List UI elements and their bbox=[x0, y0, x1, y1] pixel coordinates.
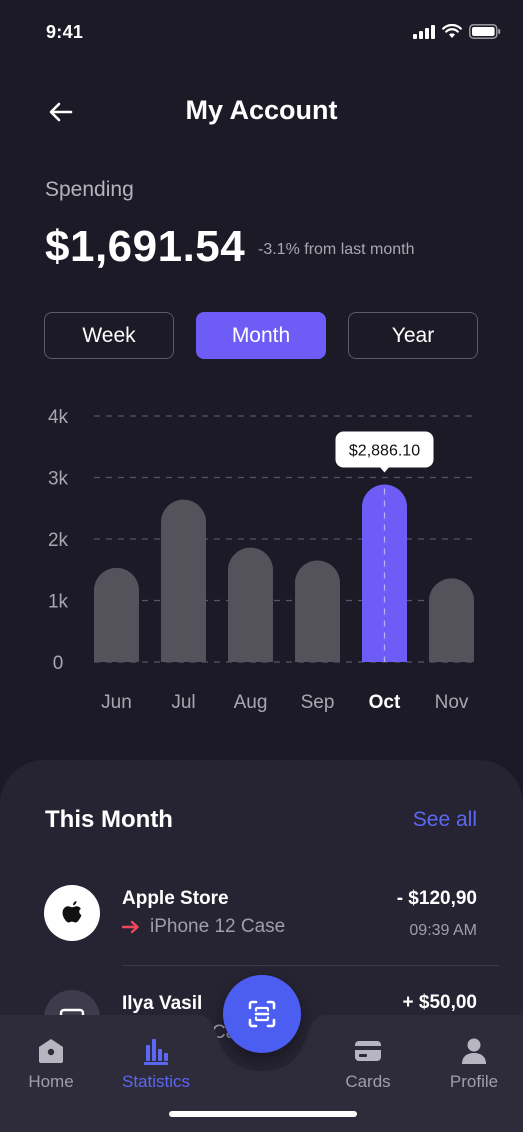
status-icons bbox=[413, 24, 501, 39]
x-tick-label: Aug bbox=[234, 692, 268, 713]
divider bbox=[122, 965, 499, 966]
scan-icon bbox=[248, 1000, 276, 1028]
transaction-amount: + $50,00 bbox=[402, 992, 478, 1013]
see-all-link[interactable]: See all bbox=[413, 808, 477, 832]
y-tick-label: 1k bbox=[48, 592, 69, 613]
tooltip-value: $2,886.10 bbox=[349, 443, 420, 460]
x-tick-label: Jul bbox=[171, 692, 195, 713]
wifi-icon bbox=[442, 24, 462, 38]
x-tick-label: Jun bbox=[101, 692, 132, 713]
tab-week[interactable]: Week bbox=[44, 312, 174, 359]
spending-amount: $1,691.54 bbox=[45, 222, 246, 271]
home-icon bbox=[39, 1039, 63, 1063]
spending-label: Spending bbox=[45, 178, 134, 201]
nav-home[interactable]: Home bbox=[0, 1035, 106, 1092]
scan-button[interactable] bbox=[223, 975, 301, 1053]
x-tick-label: Oct bbox=[369, 692, 401, 713]
chart-bar bbox=[94, 567, 139, 662]
tab-month[interactable]: Month bbox=[196, 312, 326, 359]
period-tabs: Week Month Year bbox=[44, 312, 478, 359]
cards-icon bbox=[355, 1041, 381, 1061]
nav-profile[interactable]: Profile bbox=[419, 1035, 523, 1092]
x-tick-label: Sep bbox=[301, 692, 335, 713]
transaction-subtitle: iPhone 12 Case bbox=[122, 916, 285, 938]
transaction-amount: - $120,90 bbox=[396, 888, 477, 909]
y-tick-label: 0 bbox=[53, 653, 64, 674]
spending-change: -3.1% from last month bbox=[258, 241, 415, 258]
nav-label: Cards bbox=[345, 1072, 391, 1091]
profile-icon bbox=[462, 1038, 486, 1064]
chart-bar bbox=[228, 547, 273, 662]
transaction-avatar bbox=[44, 885, 100, 941]
section-title: This Month bbox=[45, 806, 173, 833]
battery-icon bbox=[469, 24, 501, 39]
chart-bar bbox=[295, 560, 340, 662]
transaction-time: 09:39 AM bbox=[409, 922, 477, 939]
y-tick-label: 4k bbox=[48, 407, 69, 428]
tab-year[interactable]: Year bbox=[348, 312, 478, 359]
apple-icon bbox=[62, 901, 82, 923]
y-tick-label: 3k bbox=[48, 469, 69, 490]
transaction-name: Apple Store bbox=[122, 888, 229, 909]
transaction-name: Ilya Vasil bbox=[122, 993, 203, 1014]
signal-icon bbox=[413, 24, 435, 39]
nav-label: Profile bbox=[449, 1072, 499, 1091]
spending-chart: 0 1k 2k 3k 4k Jun Jul Aug Sep $2,886.10 Oct Nov bbox=[48, 407, 478, 713]
chart-bar bbox=[161, 499, 206, 662]
nav-cards[interactable]: Cards bbox=[313, 1035, 423, 1092]
status-time: 9:41 bbox=[46, 22, 84, 42]
transaction-note: iPhone 12 Case bbox=[150, 916, 286, 937]
page-title: My Account bbox=[185, 95, 338, 125]
arrow-right-icon bbox=[122, 920, 139, 934]
home-indicator bbox=[169, 1111, 357, 1117]
statistics-icon bbox=[144, 1039, 168, 1065]
screen: 9:41 My Account Spending $1,691.54 -3.1%… bbox=[0, 0, 523, 1132]
x-tick-label: Nov bbox=[435, 692, 469, 713]
nav-statistics[interactable]: Statistics bbox=[101, 1035, 211, 1092]
nav-label: Statistics bbox=[121, 1072, 191, 1091]
y-tick-label: 2k bbox=[48, 530, 69, 551]
chart-bar bbox=[429, 578, 474, 662]
nav-label: Home bbox=[28, 1072, 74, 1091]
